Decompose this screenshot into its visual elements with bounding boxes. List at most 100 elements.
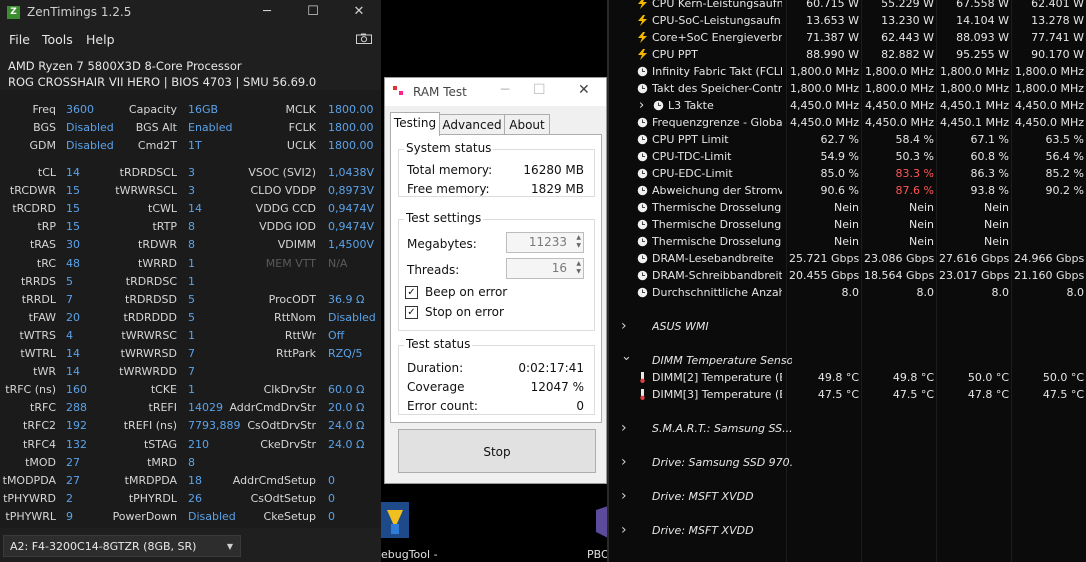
sensor-row[interactable]: Takt des Speicher-Contr... 1,800.0 MHz 1,8… bbox=[609, 80, 1086, 97]
sensor-row[interactable]: DRAM-Schreibbandbreite 20.455 Gbps 18.564 … bbox=[609, 267, 1086, 284]
sensor-row[interactable]: Abweichung der Stromv... 90.6 % 87.6 % 93.8… bbox=[609, 182, 1086, 199]
timing-value: 1 bbox=[188, 256, 195, 270]
timing-value: Off bbox=[328, 328, 345, 342]
timing-label: tRP bbox=[37, 220, 56, 234]
sensor-row[interactable]: Infinity Fabric Takt (FCLK) 1,800.0 MHz 1,… bbox=[609, 63, 1086, 80]
chevron-right-icon[interactable]: › bbox=[621, 488, 627, 505]
sensor-group-row[interactable]: ⌄ DIMM Temperature Sensor bbox=[609, 349, 1086, 369]
tab-advanced[interactable]: Advanced bbox=[438, 114, 506, 135]
timing-label: Capacity bbox=[128, 103, 177, 116]
title-bar[interactable]: Z ZenTimings 1.2.5 ─ ☐ ✕ bbox=[0, 0, 381, 26]
menu-file[interactable]: File bbox=[9, 32, 30, 47]
timing-label: CLDO VDDP bbox=[250, 184, 316, 198]
sensor-row[interactable]: DIMM[3] Temperature (B... 47.5 °C 47.5 °C 4… bbox=[609, 386, 1086, 403]
stop-on-error-checkbox[interactable]: ✓ bbox=[405, 306, 418, 319]
chevron-right-icon[interactable]: › bbox=[621, 420, 627, 437]
sensor-row[interactable]: CPU Kern-Leistungsaufn... 60.715 W 55.229 … bbox=[609, 0, 1086, 12]
sensor-row[interactable]: DIMM[2] Temperature (B... 49.8 °C 49.8 °C 5… bbox=[609, 369, 1086, 386]
chevron-right-icon[interactable]: › bbox=[621, 318, 627, 335]
sensor-name: CPU Kern-Leistungsaufn... bbox=[652, 0, 782, 10]
chevron-right-icon[interactable]: › bbox=[639, 97, 644, 114]
timing-value: 3600 bbox=[66, 103, 94, 116]
threads-input[interactable]: 16 ▲ ▼ bbox=[506, 258, 584, 279]
debugtool-app-icon[interactable] bbox=[381, 496, 411, 544]
sensor-value: 1,800.0 MHz bbox=[864, 65, 934, 78]
sensor-value: 47.8 °C bbox=[967, 388, 1009, 401]
stop-on-error-label: Stop on error bbox=[425, 305, 504, 319]
timing-value: RZQ/5 bbox=[328, 347, 363, 360]
sensor-value: 50.0 °C bbox=[967, 371, 1009, 384]
timing-label: tRTP bbox=[152, 220, 177, 234]
sensor-value: 1,800.0 MHz bbox=[864, 82, 934, 95]
chevron-down-icon[interactable]: ⌄ bbox=[621, 348, 632, 365]
minimize-button[interactable]: ─ bbox=[244, 0, 290, 26]
sensor-value: 47.5 °C bbox=[892, 388, 934, 401]
timing-value: 7 bbox=[66, 292, 73, 306]
sensor-value: 27.616 Gbps bbox=[939, 252, 1010, 265]
timing-label: Freq bbox=[32, 103, 56, 116]
timing-label: AddrCmdSetup bbox=[232, 473, 316, 487]
window-title: ZenTimings 1.2.5 bbox=[27, 5, 132, 19]
screenshot-camera-icon[interactable] bbox=[356, 33, 372, 44]
sensor-group-row[interactable]: › Drive: Samsung SSD 970... bbox=[609, 454, 1086, 471]
sensor-value: 1,800.0 MHz bbox=[939, 65, 1009, 78]
tab-about[interactable]: About bbox=[504, 114, 550, 135]
close-button[interactable]: ✕ bbox=[336, 0, 381, 26]
sensor-row[interactable]: CPU-SoC-Leistungsaufn... 13.653 W 13.230 W… bbox=[609, 12, 1086, 29]
sensor-row[interactable]: CPU-TDC-Limit 54.9 % 50.3 % 60.8 % 56.4 % bbox=[609, 148, 1086, 165]
sensor-value: 95.255 W bbox=[956, 48, 1009, 61]
clock-icon bbox=[637, 185, 648, 196]
timing-label: UCLK bbox=[286, 139, 316, 152]
threads-label: Threads: bbox=[407, 263, 460, 277]
sensor-group-row[interactable]: › Drive: MSFT XVDD bbox=[609, 522, 1086, 539]
sensor-row[interactable]: Frequenzgrenze - Global 4,450.0 MHz 4,450.… bbox=[609, 114, 1086, 131]
sensor-group-row[interactable]: › Drive: MSFT XVDD bbox=[609, 488, 1086, 505]
dimm-select[interactable]: A2: F4-3200C14-8GTZR (8GB, SR) ▼ bbox=[3, 535, 241, 557]
sensor-value: 8.0 bbox=[991, 286, 1010, 299]
timing-label: tPHYWRL bbox=[5, 509, 56, 523]
timing-label: tRRDS bbox=[20, 274, 56, 288]
timing-label: ProcODT bbox=[268, 292, 316, 306]
beep-on-error-checkbox[interactable]: ✓ bbox=[405, 286, 418, 299]
sensor-row[interactable]: Thermische Drosselung (... Nein Nein Nein bbox=[609, 199, 1086, 216]
timing-value: 1800.00 bbox=[328, 103, 374, 116]
ramtest-minimize-button[interactable]: ─ bbox=[501, 82, 509, 98]
ramtest-title-bar[interactable]: RAM Test ─ ☐ ✕ bbox=[385, 78, 606, 106]
timing-label: tWRRD bbox=[138, 256, 177, 270]
stop-button[interactable]: Stop bbox=[398, 429, 596, 473]
sensor-group-row[interactable]: › S.M.A.R.T.: Samsung SS... bbox=[609, 420, 1086, 437]
chevron-right-icon[interactable]: › bbox=[621, 454, 627, 471]
timing-label: FCLK bbox=[288, 121, 316, 134]
spinner-arrows-icon[interactable]: ▲ ▼ bbox=[576, 260, 581, 276]
sensor-name: Abweichung der Stromv... bbox=[652, 184, 782, 197]
sensor-row[interactable]: Durchschnittliche Anzahl ... 8.0 8.0 8.0 8.0 bbox=[609, 284, 1086, 301]
chevron-right-icon[interactable]: › bbox=[621, 522, 627, 539]
timing-value: 7 bbox=[188, 365, 195, 379]
sensor-row[interactable]: Thermische Drosselung (... Nein Nein Nein bbox=[609, 216, 1086, 233]
sensor-group-row[interactable]: › ASUS WMI bbox=[609, 318, 1086, 335]
sensor-row[interactable]: CPU PPT Limit 62.7 % 58.4 % 67.1 % 63.5 % bbox=[609, 131, 1086, 148]
sensor-row[interactable]: Core+SoC Energieverbr... 71.387 W 62.443 W… bbox=[609, 29, 1086, 46]
timing-value: 160 bbox=[66, 383, 87, 397]
menu-help[interactable]: Help bbox=[86, 32, 115, 47]
menu-tools[interactable]: Tools bbox=[42, 32, 73, 47]
spinner-arrows-icon[interactable]: ▲ ▼ bbox=[576, 234, 581, 250]
timing-value: 1800.00 bbox=[328, 121, 374, 134]
maximize-button[interactable]: ☐ bbox=[290, 0, 336, 26]
pbo-app-icon[interactable] bbox=[594, 506, 608, 538]
sensor-row[interactable]: CPU PPT 88.990 W 82.882 W 95.255 W 90.170 W bbox=[609, 46, 1086, 63]
sensor-row[interactable]: DRAM-Lesebandbreite 25.721 Gbps 23.086 Gbp… bbox=[609, 250, 1086, 267]
sensor-value: 4,450.1 MHz bbox=[939, 116, 1009, 129]
test-settings-title: Test settings bbox=[404, 211, 484, 225]
sensor-row[interactable]: Thermische Drosselung (... Nein Nein Nein bbox=[609, 233, 1086, 250]
tab-testing[interactable]: Testing bbox=[390, 112, 440, 136]
ramtest-close-button[interactable]: ✕ bbox=[578, 82, 590, 98]
ramtest-maximize-button[interactable]: ☐ bbox=[533, 82, 546, 98]
sensor-value: 25.721 Gbps bbox=[789, 252, 860, 265]
sensor-row[interactable]: CPU-EDC-Limit 85.0 % 83.3 % 86.3 % 85.2 % bbox=[609, 165, 1086, 182]
sensor-row[interactable]: › L3 Takte 4,450.0 MHz 4,450.0 MHz 4,450.1 M… bbox=[609, 97, 1086, 114]
timing-value: 26 bbox=[188, 491, 202, 505]
sensor-value: 18.564 Gbps bbox=[864, 269, 935, 282]
total-memory-value: 16280 MB bbox=[523, 163, 584, 177]
megabytes-input[interactable]: 11233 ▲ ▼ bbox=[506, 232, 584, 253]
